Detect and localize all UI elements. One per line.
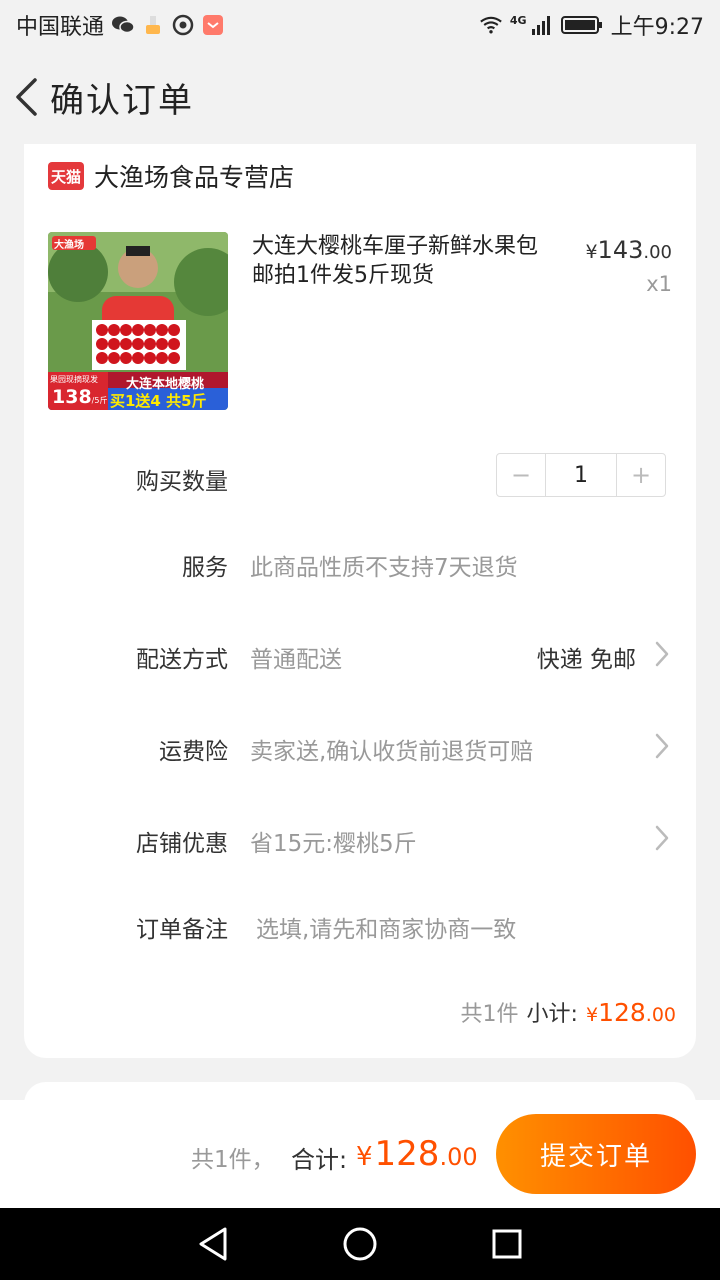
delivery-option: 快递 免邮 xyxy=(536,647,636,673)
quantity-label: 购买数量 xyxy=(136,469,228,495)
insurance-label: 运费险 xyxy=(159,739,228,765)
discount-label: 店铺优惠 xyxy=(136,831,228,857)
total-amount: ¥ 128 .00 xyxy=(356,1134,478,1174)
product-title[interactable]: 大连大樱桃车厘子新鲜水果包邮拍1件发5斤现货 xyxy=(252,232,552,290)
store-name: 大渔场食品专营店 xyxy=(94,163,295,192)
mail-app-icon xyxy=(202,14,224,36)
chevron-left-icon xyxy=(16,78,37,116)
carrier-name: 中国联通 xyxy=(16,15,105,40)
bottom-bar: 共1件， 合计: ¥ 128 .00 提交订单 xyxy=(0,1100,720,1208)
chevron-right-icon xyxy=(655,825,669,851)
battery-icon xyxy=(560,14,603,36)
image-price-tag: 138/5斤 xyxy=(52,386,108,408)
triangle-back-icon xyxy=(199,1227,227,1261)
service-value: 此商品性质不支持7天退货 xyxy=(250,555,518,581)
nav-back-button[interactable] xyxy=(189,1220,237,1268)
circle-home-icon xyxy=(343,1227,377,1261)
image-brand-label: 大渔场 xyxy=(54,240,84,251)
insurance-value: 卖家送,确认收货前退货可赔 xyxy=(250,739,534,765)
subtotal-count: 共1件 xyxy=(460,1002,519,1027)
product-quantity: x1 xyxy=(646,272,672,296)
image-corner-tag: 果园现摘现发 xyxy=(50,375,98,384)
delivery-value: 普通配送 xyxy=(250,647,342,673)
wechat-icon xyxy=(112,14,135,36)
signal-icon xyxy=(531,14,553,36)
back-button[interactable] xyxy=(6,67,46,127)
quantity-value[interactable]: 1 xyxy=(545,454,617,496)
image-promo-text: 买1送4 共5斤 xyxy=(110,392,207,410)
note-label: 订单备注 xyxy=(136,917,228,943)
subtotal-amount: 128 xyxy=(598,998,646,1027)
clock: 上午9:27 xyxy=(610,15,704,40)
shield-app-icon xyxy=(172,14,194,36)
total-count: 共1件， xyxy=(191,1147,275,1173)
subtotal: 共1件 小计: ¥ 128 .00 xyxy=(460,998,676,1027)
square-recents-icon xyxy=(492,1229,522,1259)
product-price: ¥143.00 xyxy=(585,236,672,264)
chevron-right-icon xyxy=(655,733,669,759)
subtotal-label: 小计: xyxy=(526,1002,578,1027)
delivery-label: 配送方式 xyxy=(136,647,228,673)
page-title: 确认订单 xyxy=(50,80,194,121)
submit-order-button[interactable]: 提交订单 xyxy=(496,1114,696,1194)
increase-button[interactable]: + xyxy=(617,454,665,496)
store-row[interactable]: 天猫 大渔场食品专营店 xyxy=(48,160,294,192)
discount-value: 省15元:樱桃5斤 xyxy=(250,831,417,857)
cleaner-app-icon xyxy=(142,14,164,36)
order-card: 天猫 大渔场食品专营店 大渔场 果园现摘现发 138/5斤 大连本地樱桃 买1送… xyxy=(24,144,696,1058)
network-type: 4G xyxy=(509,13,527,27)
quantity-stepper: − 1 + xyxy=(496,453,666,497)
chevron-right-icon xyxy=(655,641,669,667)
nav-home-button[interactable] xyxy=(336,1220,384,1268)
tmall-badge: 天猫 xyxy=(48,162,84,190)
navigation-bar xyxy=(0,1208,720,1280)
wifi-icon xyxy=(480,14,502,36)
nav-recents-button[interactable] xyxy=(483,1220,531,1268)
product-image[interactable]: 大渔场 果园现摘现发 138/5斤 大连本地樱桃 买1送4 共5斤 xyxy=(48,232,228,410)
status-bar: 中国联通 4G 上午9:27 xyxy=(0,0,720,50)
service-label: 服务 xyxy=(182,555,228,581)
note-input[interactable]: 选填,请先和商家协商一致 xyxy=(256,910,516,944)
page-header: 确认订单 xyxy=(0,50,720,144)
decrease-button[interactable]: − xyxy=(497,454,545,496)
total-label: 合计: xyxy=(291,1146,348,1174)
